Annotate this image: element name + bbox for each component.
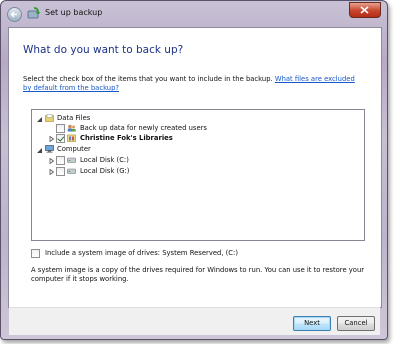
content-pane: What do you want to back up? Select the … xyxy=(8,27,382,308)
local-disk-c-checkbox[interactable] xyxy=(56,156,65,165)
instruction-text: Select the check box of the items that y… xyxy=(23,75,363,93)
backup-item-tree: Data Files Back up data for newly create… xyxy=(31,109,365,241)
local-disk-g-checkbox[interactable] xyxy=(56,167,65,176)
drive-icon xyxy=(67,157,76,163)
drive-icon xyxy=(67,168,76,174)
page-heading: What do you want to back up? xyxy=(23,44,184,56)
tree-label-new-users: Back up data for newly created users xyxy=(80,124,207,132)
system-image-description: A system image is a copy of the drives r… xyxy=(31,266,365,283)
tree-label-libraries: Christine Fok's Libraries xyxy=(80,134,173,142)
users-icon xyxy=(67,124,76,132)
new-users-checkbox[interactable] xyxy=(56,124,65,133)
button-bar: Next Cancel xyxy=(9,307,380,335)
next-button[interactable]: Next xyxy=(293,316,331,331)
close-icon xyxy=(360,6,369,14)
libraries-checkbox[interactable] xyxy=(56,134,65,143)
system-image-label: Include a system image of drives: System… xyxy=(45,249,238,257)
expand-arrow-icon[interactable] xyxy=(48,135,55,143)
tree-label-data-files: Data Files xyxy=(57,114,91,122)
window-title: Set up backup xyxy=(45,8,103,17)
computer-icon xyxy=(45,145,54,153)
backup-app-icon xyxy=(27,7,41,19)
tree-label-local-disk-c: Local Disk (C:) xyxy=(80,156,129,164)
collapse-arrow-icon[interactable] xyxy=(36,115,43,123)
back-arrow-icon xyxy=(10,11,17,18)
system-image-checkbox[interactable] xyxy=(31,249,40,258)
collapse-arrow-icon[interactable] xyxy=(36,146,43,154)
data-files-icon xyxy=(45,114,54,122)
expand-arrow-icon[interactable] xyxy=(48,157,55,165)
title-bar: Set up backup xyxy=(1,1,387,27)
tree-label-local-disk-g: Local Disk (G:) xyxy=(80,167,130,175)
backup-window: Set up backup What do you want to back u… xyxy=(0,0,388,340)
back-button[interactable] xyxy=(7,7,22,22)
expand-arrow-icon[interactable] xyxy=(48,168,55,176)
libraries-icon xyxy=(67,134,76,142)
tree-label-computer: Computer xyxy=(57,145,91,153)
instruction-label: Select the check box of the items that y… xyxy=(23,75,275,83)
cancel-button[interactable]: Cancel xyxy=(337,316,375,331)
close-button[interactable] xyxy=(349,2,381,18)
